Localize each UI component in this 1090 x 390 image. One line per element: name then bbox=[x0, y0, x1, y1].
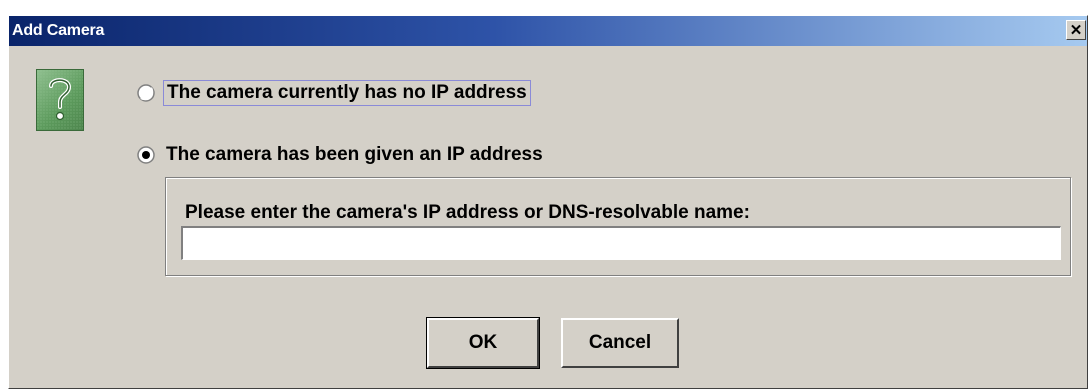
dialog-title: Add Camera bbox=[12, 22, 105, 39]
ip-address-prompt: Please enter the camera's IP address or … bbox=[185, 202, 750, 223]
option-has-ip[interactable]: The camera has been given an IP address bbox=[137, 143, 546, 167]
ip-address-input[interactable] bbox=[181, 226, 1061, 260]
close-icon: ✕ bbox=[1069, 21, 1083, 39]
ip-address-panel: Please enter the camera's IP address or … bbox=[165, 177, 1071, 276]
title-bar[interactable]: Add Camera ✕ bbox=[9, 16, 1087, 46]
close-button[interactable]: ✕ bbox=[1066, 20, 1086, 40]
option-no-ip[interactable]: The camera currently has no IP address bbox=[137, 80, 531, 106]
radio-has-ip[interactable] bbox=[137, 146, 155, 164]
question-icon bbox=[36, 69, 84, 131]
option-has-ip-label[interactable]: The camera has been given an IP address bbox=[163, 143, 546, 167]
cancel-button[interactable]: Cancel bbox=[561, 318, 679, 368]
radio-no-ip[interactable] bbox=[137, 84, 155, 102]
ok-button[interactable]: OK bbox=[426, 317, 540, 369]
option-no-ip-label[interactable]: The camera currently has no IP address bbox=[163, 80, 531, 106]
add-camera-dialog: Add Camera ✕ The camera currently has no… bbox=[8, 15, 1088, 389]
